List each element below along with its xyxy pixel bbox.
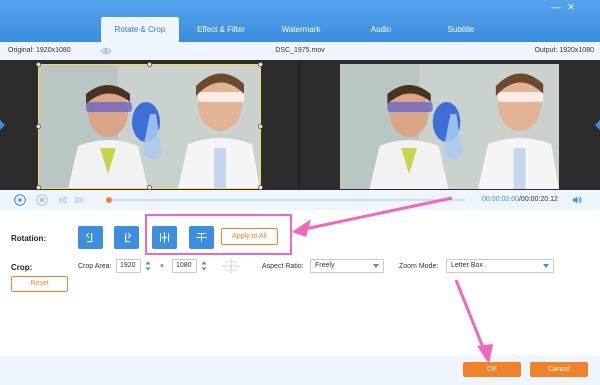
crop-width-input[interactable]: 1920 — [116, 259, 141, 273]
zoom-mode-value: Letter Box — [451, 262, 483, 269]
crop-handle-top[interactable] — [147, 62, 152, 67]
crop-handle-left[interactable] — [36, 124, 41, 129]
progress-thumb[interactable] — [106, 197, 112, 203]
chevron-down-icon — [543, 264, 549, 268]
zoom-mode-label: Zoom Mode: — [399, 263, 439, 270]
skip-forward-icon[interactable] — [73, 194, 85, 206]
crop-handle-top-left[interactable] — [36, 62, 41, 67]
aspect-ratio-value: Freely — [315, 262, 335, 269]
crop-label: Crop: — [11, 263, 33, 272]
stop-icon[interactable] — [36, 194, 48, 206]
tab-audio[interactable]: Audio — [342, 17, 420, 42]
crop-handle-right[interactable] — [258, 124, 263, 129]
progress-track[interactable] — [106, 199, 466, 201]
rotate-left-button[interactable] — [78, 226, 103, 249]
crop-handle-top-right[interactable] — [258, 62, 263, 67]
crop-height-stepper[interactable] — [201, 259, 207, 273]
minimize-button[interactable]: — — [551, 2, 561, 12]
tab-effect-filter[interactable]: Effect & Filter — [182, 17, 260, 42]
footer-bar: OK Cancel — [0, 355, 600, 385]
close-button[interactable]: ✕ — [566, 2, 576, 12]
volume-icon[interactable] — [572, 195, 582, 205]
crop-height-input[interactable]: 1080 — [172, 259, 197, 273]
output-preview-pane — [300, 60, 600, 190]
tab-rotate-crop[interactable]: Rotate & Crop — [101, 17, 179, 42]
zoom-mode-select[interactable]: Letter Box — [446, 259, 554, 273]
output-video-frame — [340, 64, 559, 189]
play-icon[interactable] — [14, 194, 26, 206]
chevron-down-icon — [373, 264, 379, 268]
cancel-button[interactable]: Cancel — [530, 362, 588, 377]
skip-back-icon[interactable] — [57, 194, 69, 206]
crosshair-icon[interactable] — [221, 257, 241, 275]
crop-width-stepper[interactable] — [145, 259, 151, 273]
previous-frame-arrow-icon[interactable] — [0, 120, 5, 130]
info-bar: Original: 1920x1080 DSC_1975.mov Output:… — [0, 42, 600, 60]
tab-watermark[interactable]: Watermark — [262, 17, 340, 42]
file-name: DSC_1975.mov — [275, 47, 325, 54]
output-resolution: Output: 1920x1080 — [534, 47, 594, 54]
tab-subtitle[interactable]: Subtitle — [422, 17, 500, 42]
times-sign: × — [160, 263, 165, 270]
ok-button[interactable]: OK — [463, 362, 521, 377]
time-display: 00:00:00.00/00:00:20.12 — [482, 196, 558, 203]
tab-bar: Rotate & Crop Effect & Filter Watermark … — [0, 0, 600, 42]
aspect-ratio-select[interactable]: Freely — [310, 259, 384, 273]
controls-panel: Rotation: Apply to All Crop: Crop Area: … — [0, 210, 600, 355]
crop-rectangle[interactable] — [38, 64, 261, 189]
rotation-label: Rotation: — [11, 234, 47, 243]
total-time: /00:00:20.12 — [518, 196, 558, 203]
crop-area-label: Crop Area: — [78, 263, 112, 270]
player-bar: 00:00:00.00/00:00:20.12 — [0, 190, 600, 210]
aspect-ratio-label: Aspect Ratio: — [262, 263, 304, 270]
rotate-right-icon — [125, 232, 132, 243]
rotate-left-icon — [85, 232, 93, 243]
highlight-box — [145, 214, 292, 255]
next-frame-arrow-icon[interactable] — [595, 120, 600, 130]
rotate-right-button[interactable] — [114, 226, 139, 249]
current-time: 00:00:00.00 — [482, 196, 519, 203]
reset-button[interactable]: Reset — [11, 276, 68, 292]
preview-area — [0, 60, 600, 190]
original-preview-pane — [0, 60, 298, 190]
output-frame-image — [340, 64, 559, 189]
